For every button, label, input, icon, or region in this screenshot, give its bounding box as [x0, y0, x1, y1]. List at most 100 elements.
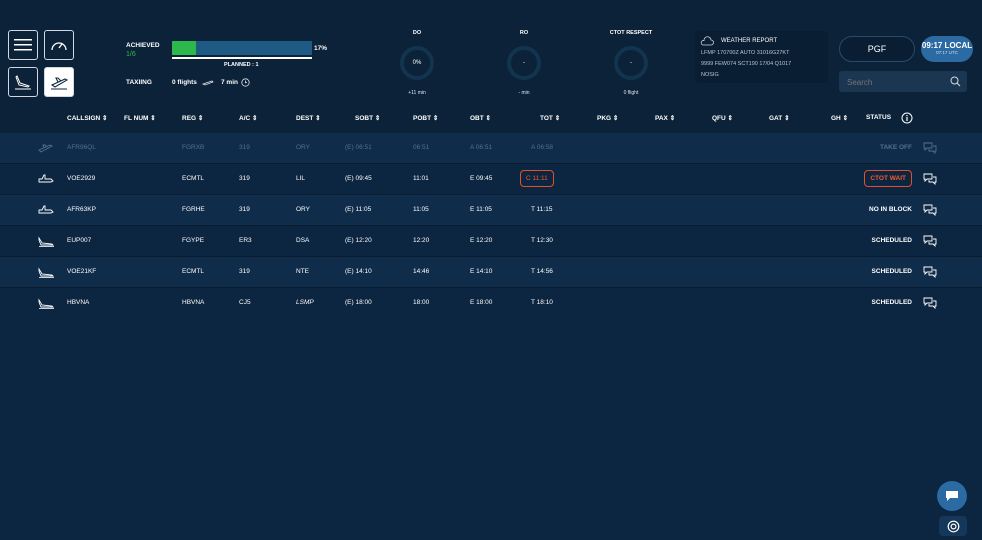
cell-sobt: (E) 14:10 — [345, 268, 372, 275]
dashboard-button[interactable] — [44, 30, 74, 60]
cell-ac: 319 — [239, 206, 250, 213]
col-pobt[interactable]: POBT ⇕ — [413, 114, 438, 122]
col-status-label: STATUS — [866, 114, 892, 121]
col-ac-label: A/C — [239, 115, 251, 122]
departures-button[interactable] — [44, 67, 74, 97]
planned-line — [172, 57, 312, 59]
status-badge: SCHEDULED — [871, 299, 912, 306]
arrivals-button[interactable] — [8, 67, 38, 97]
col-reg-label: REG — [182, 115, 197, 122]
plane-icon — [202, 80, 214, 86]
top-bar: ACHIEVED 1/6 17% PLANNED : 1 TAXIING 0 f… — [0, 0, 982, 104]
search-icon[interactable] — [950, 76, 961, 87]
landing-icon — [38, 298, 55, 309]
cell-ac: 319 — [239, 175, 250, 182]
cell-pobt: 18:00 — [413, 299, 430, 306]
progress-bar — [172, 41, 312, 55]
weather-report-panel[interactable]: WEATHER REPORT LFMP 170700Z AUTO 31016G2… — [695, 31, 828, 83]
takeoff-icon — [38, 144, 53, 153]
col-qfu[interactable]: QFU ⇕ — [712, 114, 733, 122]
cell-obt: E 14:10 — [470, 268, 493, 275]
taxiing-flights: 0 flights — [172, 79, 197, 86]
cell-dest: NTE — [296, 268, 309, 275]
col-ac[interactable]: A/C ⇕ — [239, 114, 257, 122]
chat-icon[interactable] — [923, 173, 937, 185]
col-dest[interactable]: DEST ⇕ — [296, 114, 321, 122]
gauge-do: 0% — [400, 46, 434, 80]
col-tot[interactable]: TOT ⇕ — [540, 114, 560, 122]
status-badge: NO IN BLOCK — [869, 206, 912, 213]
taxiing-label: TAXIING — [126, 79, 152, 86]
search-box[interactable] — [839, 71, 967, 92]
cell-pobt: 12:20 — [413, 237, 430, 244]
cell-sobt: (E) 09:45 — [345, 175, 372, 182]
col-obt[interactable]: OBT ⇕ — [470, 114, 491, 122]
table-row[interactable]: AFR96QL FGRXB 319 ORY (E) 06:51 06:51 A 06:51 A… — [0, 133, 982, 164]
col-dest-label: DEST — [296, 115, 314, 122]
sort-icon: ⇕ — [727, 115, 733, 122]
table-row[interactable]: VOE21KF ECMTL 319 NTE (E) 14:10 14:46 E 14:10 T… — [0, 257, 982, 288]
gauge-ro: - — [507, 46, 541, 80]
cell-dest: LIL — [296, 175, 306, 182]
gauge-ro-value: - — [523, 60, 525, 66]
table-row[interactable]: AFR63KP FGRHE 319 ORY (E) 11:05 11:05 E 11:05 T… — [0, 195, 982, 226]
cell-pobt: 11:05 — [413, 206, 429, 213]
status-badge[interactable]: CTOT WAIT — [864, 170, 912, 187]
cell-reg: FGRXB — [182, 144, 205, 151]
search-input[interactable] — [845, 74, 945, 91]
sort-icon: ⇕ — [150, 115, 156, 122]
progress-fill — [172, 41, 196, 55]
weather-line-3: NOSIG — [701, 72, 719, 78]
chat-fab-button[interactable] — [937, 481, 967, 511]
col-gat[interactable]: GAT ⇕ — [769, 114, 790, 122]
cell-callsign: AFR96QL — [67, 144, 96, 151]
col-flnum[interactable]: FL NUM ⇕ — [124, 114, 156, 122]
col-flnum-label: FL NUM — [124, 115, 149, 122]
col-reg[interactable]: REG ⇕ — [182, 114, 203, 122]
takeoff-icon — [50, 77, 68, 90]
col-callsign-label: CALLSIGN — [67, 115, 101, 122]
cell-dest: ORY — [296, 144, 310, 151]
table-row[interactable]: HBVNA HBVNA CJ5 LSMP (E) 18:00 18:00 E 18:00 T … — [0, 288, 982, 319]
col-gat-label: GAT — [769, 115, 783, 122]
table-row[interactable]: EUP007 FGYPE ER3 DSA (E) 12:20 12:20 E 12:20 T … — [0, 226, 982, 257]
airplane-icon — [38, 205, 54, 214]
cell-ac: 319 — [239, 144, 250, 151]
col-sobt[interactable]: SOBT ⇕ — [355, 114, 380, 122]
col-pax[interactable]: PAX ⇕ — [655, 114, 675, 122]
cell-reg: FGYPE — [182, 237, 205, 244]
col-gh[interactable]: GH ⇕ — [831, 114, 848, 122]
col-pkg[interactable]: PKG ⇕ — [597, 114, 618, 122]
gauge-ctot-value: - — [630, 60, 632, 66]
col-callsign[interactable]: CALLSIGN ⇕ — [67, 114, 108, 122]
support-button[interactable] — [939, 516, 967, 536]
speedometer-icon — [51, 42, 67, 51]
sort-icon: ⇕ — [315, 115, 321, 122]
cell-tot: T 18:10 — [531, 299, 553, 306]
cell-obt: E 12:20 — [470, 237, 493, 244]
weather-line-1: LFMP 170700Z AUTO 31016G27KT — [701, 50, 790, 56]
cell-tot[interactable]: C 11:11 — [520, 170, 554, 187]
status-badge: SCHEDULED — [871, 268, 912, 275]
chat-icon[interactable] — [923, 142, 937, 154]
chat-icon[interactable] — [923, 266, 937, 278]
cell-dest: LSMP — [296, 299, 314, 306]
cell-reg: ECMTL — [182, 268, 205, 275]
chat-icon[interactable] — [923, 297, 937, 309]
sort-icon: ⇕ — [554, 115, 561, 122]
col-status[interactable]: STATUS — [866, 114, 891, 121]
cell-tot: A 06:58 — [531, 144, 554, 151]
sort-icon: ⇕ — [842, 115, 849, 122]
airplane-icon — [38, 174, 54, 183]
table-row[interactable]: VOE2929 ECMTL 319 LIL (E) 09:45 11:01 E 09:45 C… — [0, 164, 982, 195]
cell-dest: ORY — [296, 206, 310, 213]
airport-selector[interactable]: PGF — [839, 36, 915, 62]
chat-icon[interactable] — [923, 235, 937, 247]
chat-icon[interactable] — [923, 204, 937, 216]
sort-icon: ⇕ — [197, 115, 204, 122]
info-icon[interactable] — [901, 112, 913, 124]
menu-button[interactable] — [8, 30, 38, 60]
hamburger-icon — [14, 39, 32, 51]
col-gh-label: GH — [831, 115, 841, 122]
cell-callsign: AFR63KP — [67, 206, 96, 213]
